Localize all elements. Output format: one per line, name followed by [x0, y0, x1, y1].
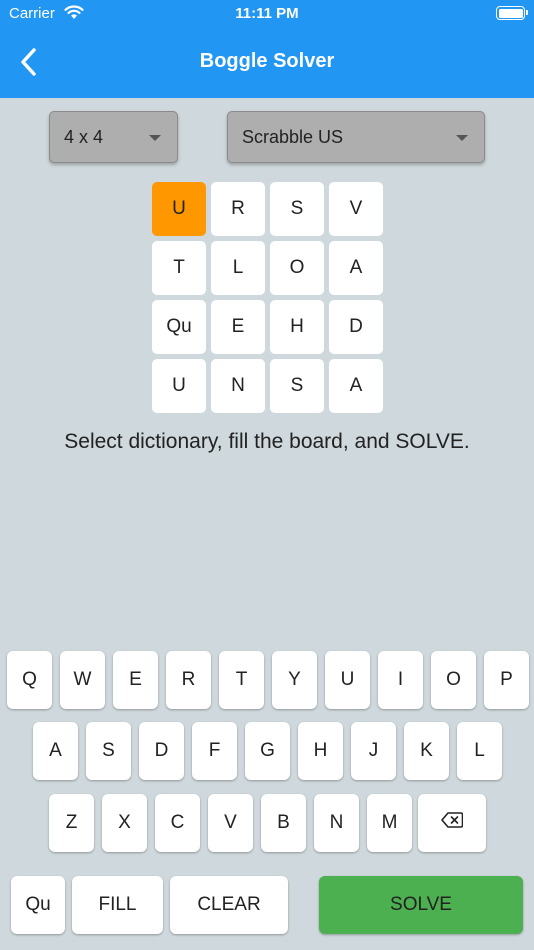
key-y[interactable]: Y [272, 651, 317, 709]
board-cell[interactable]: N [211, 359, 265, 413]
key-t[interactable]: T [219, 651, 264, 709]
key-g[interactable]: G [245, 722, 290, 780]
clear-button[interactable]: CLEAR [170, 876, 288, 934]
instruction-text: Select dictionary, fill the board, and S… [64, 430, 470, 453]
key-z[interactable]: Z [49, 794, 94, 852]
board-cell[interactable]: A [329, 241, 383, 295]
key-r[interactable]: R [166, 651, 211, 709]
battery-icon [496, 6, 528, 20]
board-cell[interactable]: U [152, 359, 206, 413]
key-u[interactable]: U [325, 651, 370, 709]
status-time: 11:11 PM [235, 5, 299, 22]
dropdown-arrow-icon [149, 135, 161, 141]
board-cell[interactable]: U [152, 182, 206, 236]
board-cell[interactable]: L [211, 241, 265, 295]
board-cell[interactable]: O [270, 241, 324, 295]
key-b[interactable]: B [261, 794, 306, 852]
key-k[interactable]: K [404, 722, 449, 780]
key-p[interactable]: P [484, 651, 529, 709]
status-bar: Carrier 11:11 PM [0, 0, 534, 30]
board-cell[interactable]: Qu [152, 300, 206, 354]
board-cell[interactable]: H [270, 300, 324, 354]
dropdown-arrow-icon [456, 135, 468, 141]
fill-button[interactable]: FILL [72, 876, 163, 934]
key-f[interactable]: F [192, 722, 237, 780]
key-x[interactable]: X [102, 794, 147, 852]
app-bar: Carrier 11:11 PM Boggle Solver [0, 0, 534, 98]
key-j[interactable]: J [351, 722, 396, 780]
dictionary-value: Scrabble US [242, 127, 344, 147]
board-cell[interactable]: D [329, 300, 383, 354]
key-n[interactable]: N [314, 794, 359, 852]
key-v[interactable]: V [208, 794, 253, 852]
board-size-dropdown[interactable]: 4 x 4 [49, 111, 178, 163]
key-e[interactable]: E [113, 651, 158, 709]
board-cell[interactable]: S [270, 182, 324, 236]
board-cell[interactable]: T [152, 241, 206, 295]
key-h[interactable]: H [298, 722, 343, 780]
backspace-button[interactable] [418, 794, 486, 852]
key-qu[interactable]: Qu [11, 876, 65, 934]
board-cell[interactable]: S [270, 359, 324, 413]
key-a[interactable]: A [33, 722, 78, 780]
key-q[interactable]: Q [7, 651, 52, 709]
board-cell[interactable]: R [211, 182, 265, 236]
key-c[interactable]: C [155, 794, 200, 852]
board-cell[interactable]: A [329, 359, 383, 413]
key-o[interactable]: O [431, 651, 476, 709]
dictionary-dropdown[interactable]: Scrabble US [227, 111, 485, 163]
key-s[interactable]: S [86, 722, 131, 780]
key-w[interactable]: W [60, 651, 105, 709]
page-title: Boggle Solver [199, 50, 335, 72]
backspace-icon [441, 812, 464, 834]
solve-button[interactable]: SOLVE [319, 876, 523, 934]
board-size-value: 4 x 4 [64, 127, 104, 147]
board-cell[interactable]: V [329, 182, 383, 236]
key-i[interactable]: I [378, 651, 423, 709]
key-l[interactable]: L [457, 722, 502, 780]
key-m[interactable]: M [367, 794, 412, 852]
key-d[interactable]: D [139, 722, 184, 780]
board-cell[interactable]: E [211, 300, 265, 354]
